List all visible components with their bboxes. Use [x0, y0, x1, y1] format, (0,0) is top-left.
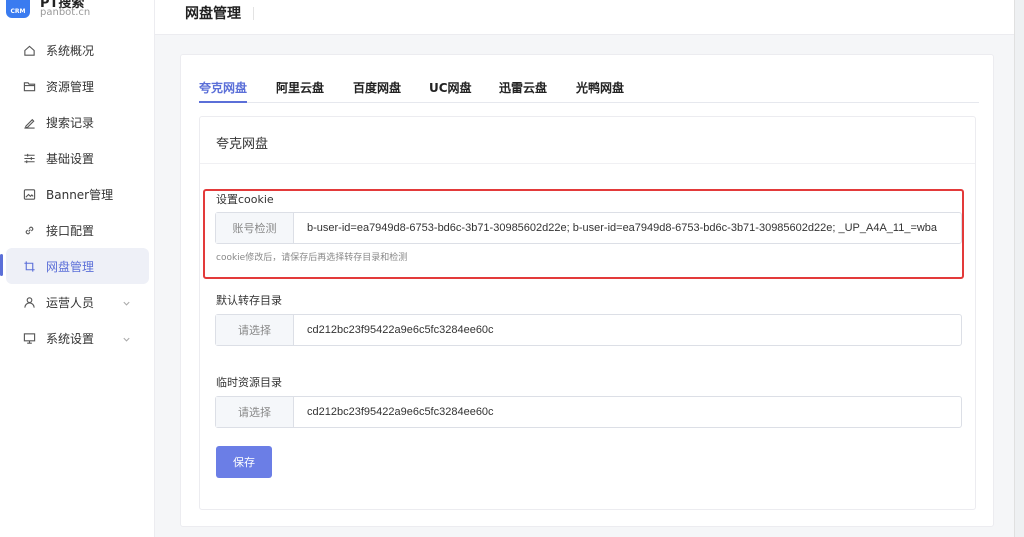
default-dir-label: 默认转存目录	[216, 294, 282, 307]
panel-title: 夸克网盘	[216, 137, 269, 152]
netdisk-card: 夸克网盘 阿里云盘 百度网盘 UC网盘 迅雷云盘 光鸭网盘 夸克网盘 设置coo…	[180, 54, 994, 527]
monitor-icon	[22, 331, 36, 345]
save-button[interactable]: 保存	[216, 446, 272, 478]
select-default-dir-button[interactable]: 请选择	[216, 315, 294, 345]
panel-divider	[200, 163, 975, 164]
sidebar-item-label: Banner管理	[46, 187, 114, 202]
sidebar-item-banner[interactable]: Banner管理	[0, 176, 155, 212]
sliders-icon	[22, 151, 36, 165]
sidebar-item-label: 接口配置	[46, 223, 95, 238]
check-account-button[interactable]: 账号检测	[216, 213, 294, 243]
tab-uc[interactable]: UC网盘	[429, 79, 472, 103]
sidebar-item-search-log[interactable]: 搜索记录	[0, 104, 155, 140]
cookie-input[interactable]: b-user-id=ea7949d8-6753-bd6c-3b71-309856…	[294, 213, 961, 243]
default-dir-input-group: 请选择 cd212bc23f95422a9e6c5fc3284ee60c	[215, 314, 962, 346]
sidebar-item-operators[interactable]: 运营人员	[0, 284, 155, 320]
sidebar-item-label: 系统设置	[46, 331, 95, 346]
pen-icon	[22, 115, 36, 129]
sidebar-item-resources[interactable]: 资源管理	[0, 68, 155, 104]
logo-icon: CRM	[6, 0, 30, 18]
tab-aliyun[interactable]: 阿里云盘	[276, 79, 324, 103]
image-icon	[22, 187, 36, 201]
tab-baidu[interactable]: 百度网盘	[353, 79, 401, 103]
default-dir-input[interactable]: cd212bc23f95422a9e6c5fc3284ee60c	[294, 315, 961, 345]
sidebar: CRM PT搜索 panbot.cn 系统概况 资源管理 搜索记录 基础设置 B…	[0, 0, 155, 537]
sidebar-item-system-settings[interactable]: 系统设置	[0, 320, 155, 356]
sidebar-item-label: 系统概况	[46, 43, 95, 58]
active-indicator	[0, 254, 3, 276]
sidebar-item-label: 基础设置	[46, 151, 95, 166]
link-icon	[22, 223, 36, 237]
cookie-input-group: 账号检测 b-user-id=ea7949d8-6753-bd6c-3b71-3…	[215, 212, 962, 244]
user-icon	[22, 295, 36, 309]
quark-panel: 夸克网盘 设置cookie 账号检测 b-user-id=ea7949d8-67…	[199, 116, 976, 510]
sidebar-item-api-config[interactable]: 接口配置	[0, 212, 155, 248]
window-edge	[1014, 0, 1024, 537]
cookie-label: 设置cookie	[216, 193, 274, 206]
tab-quark[interactable]: 夸克网盘	[199, 79, 248, 103]
tab-xunlei[interactable]: 迅雷云盘	[499, 79, 547, 103]
sidebar-item-label: 资源管理	[46, 79, 95, 94]
sidebar-item-overview[interactable]: 系统概况	[0, 32, 155, 68]
header-divider	[253, 7, 254, 20]
sidebar-item-label: 网盘管理	[46, 259, 95, 274]
sidebar-item-basic-settings[interactable]: 基础设置	[0, 140, 155, 176]
chevron-down-icon	[122, 297, 131, 311]
brand[interactable]: CRM PT搜索 panbot.cn	[0, 0, 155, 22]
temp-dir-label: 临时资源目录	[216, 376, 282, 389]
brand-subtitle: panbot.cn	[40, 7, 91, 18]
crop-icon	[22, 259, 36, 273]
cookie-hint: cookie修改后，请保存后再选择转存目录和检测	[216, 253, 408, 263]
temp-dir-input-group: 请选择 cd212bc23f95422a9e6c5fc3284ee60c	[215, 396, 962, 428]
folder-icon	[22, 79, 36, 93]
select-temp-dir-button[interactable]: 请选择	[216, 397, 294, 427]
sidebar-item-label: 运营人员	[46, 295, 95, 310]
sidebar-item-label: 搜索记录	[46, 115, 95, 130]
sidebar-item-netdisk[interactable]: 网盘管理	[0, 248, 149, 284]
chevron-down-icon	[122, 333, 131, 347]
page-title: 网盘管理	[185, 6, 241, 22]
sidebar-nav: 系统概况 资源管理 搜索记录 基础设置 Banner管理 接口配置 网盘管理 运…	[0, 32, 155, 356]
top-header: 网盘管理	[155, 0, 1024, 35]
tab-guangya[interactable]: 光鸭网盘	[576, 79, 624, 103]
home-icon	[22, 43, 36, 57]
temp-dir-input[interactable]: cd212bc23f95422a9e6c5fc3284ee60c	[294, 397, 961, 427]
netdisk-tabs: 夸克网盘 阿里云盘 百度网盘 UC网盘 迅雷云盘 光鸭网盘	[199, 79, 979, 103]
